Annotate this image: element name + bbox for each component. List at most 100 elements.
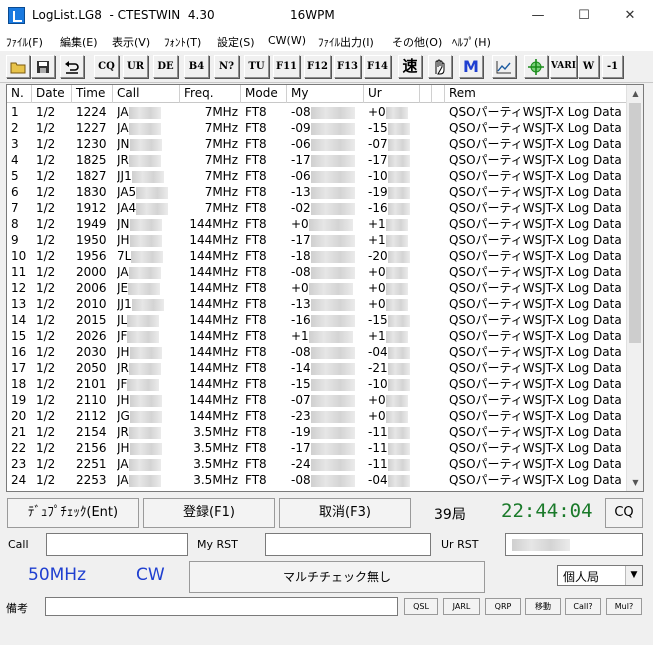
table-row[interactable]: 5 1/2 1827 JJ1 7MHz FT8 -06 -10 QSOパーティWSJT-X Lo…: [7, 168, 627, 184]
de-macro-button[interactable]: DE: [153, 55, 178, 78]
column-header-date[interactable]: Date: [32, 85, 72, 103]
table-row[interactable]: 10 1/2 1956 7L 144MHz FT8 -18 -20 QSOパーティWSJT-X …: [7, 248, 627, 264]
column-header-number[interactable]: N.: [7, 85, 32, 103]
speed-button[interactable]: 速: [398, 55, 422, 78]
multi-query-button[interactable]: Mul?: [606, 598, 642, 615]
cancel-entry-button[interactable]: 取消(F3): [279, 498, 411, 528]
table-row[interactable]: 17 1/2 2050 JR 144MHz FT8 -14 -21 QSOパーティWSJT-X …: [7, 360, 627, 376]
menu-cw[interactable]: CW(W): [268, 34, 306, 47]
menu-help[interactable]: ﾍﾙﾌﾟ(H): [452, 34, 491, 50]
cell-ur-text: +1: [368, 233, 386, 247]
cq-button[interactable]: CQ: [605, 498, 643, 528]
dupe-check-button[interactable]: ﾃﾞｭﾌﾟﾁｪｯｸ(Ent): [7, 498, 139, 528]
tu-macro-button[interactable]: TU: [244, 55, 269, 78]
table-row[interactable]: 8 1/2 1949 JN 144MHz FT8 +0 +1 QSOパーティWSJT-X Log…: [7, 216, 627, 232]
table-row[interactable]: 9 1/2 1950 JH 144MHz FT8 -17 +1 QSOパーティWSJT-X Lo…: [7, 232, 627, 248]
cell-time: 2101: [76, 376, 112, 392]
table-row[interactable]: 11 1/2 2000 JA 144MHz FT8 -08 +0 QSOパーティWSJT-X L…: [7, 264, 627, 280]
f14-macro-button[interactable]: F14: [364, 55, 391, 78]
chevron-down-icon[interactable]: ▼: [625, 566, 642, 585]
cell-mode-text: FT8: [245, 457, 267, 471]
table-row[interactable]: 3 1/2 1230 JN 7MHz FT8 -06 -07 QSOパーティWSJT-X Log…: [7, 136, 627, 152]
minus-one-button[interactable]: -1: [602, 55, 623, 78]
cq-macro-button[interactable]: CQ: [94, 55, 119, 78]
register-button[interactable]: 登録(F1): [143, 498, 275, 528]
table-row[interactable]: 20 1/2 2112 JG 144MHz FT8 -23 +0 QSOパーティWSJT-X L…: [7, 408, 627, 424]
table-row[interactable]: 19 1/2 2110 JH 144MHz FT8 -07 +0 QSOパーティWSJT-X L…: [7, 392, 627, 408]
log-vertical-scrollbar[interactable]: ▲ ▼: [626, 85, 643, 491]
maximize-button[interactable]: ☐: [561, 0, 607, 31]
hand-icon[interactable]: [428, 55, 452, 78]
my-rst-input[interactable]: [265, 533, 431, 556]
column-header-my[interactable]: My: [287, 85, 364, 103]
table-row[interactable]: 21 1/2 2154 JR 3.5MHz FT8 -19 -11 QSOパーティWSJT-X …: [7, 424, 627, 440]
table-row[interactable]: 16 1/2 2030 JH 144MHz FT8 -08 -04 QSOパーティWSJT-X …: [7, 344, 627, 360]
w-button[interactable]: W: [578, 55, 599, 78]
ur-rst-input[interactable]: [505, 533, 643, 556]
undo-icon[interactable]: [60, 55, 84, 78]
column-header-mode[interactable]: Mode: [241, 85, 287, 103]
table-row[interactable]: 6 1/2 1830 JA5 7MHz FT8 -13 -19 QSOパーティWSJT-X Lo…: [7, 184, 627, 200]
close-button[interactable]: ✕: [607, 0, 653, 31]
f13-macro-button[interactable]: F13: [334, 55, 361, 78]
save-icon[interactable]: [31, 55, 55, 78]
column-header-call[interactable]: Call: [113, 85, 180, 103]
column-header-ur[interactable]: Ur: [364, 85, 420, 103]
menu-view[interactable]: 表示(V): [112, 34, 150, 50]
log-table[interactable]: N. Date Time Call Freq. Mode My Ur Rem 1…: [6, 84, 644, 492]
menu-file[interactable]: ﾌｧｲﾙ(F): [6, 34, 43, 50]
menu-font[interactable]: ﾌｫﾝﾄ(T): [164, 34, 201, 50]
table-row[interactable]: 14 1/2 2015 JL 144MHz FT8 -16 -15 QSOパーティWSJT-X …: [7, 312, 627, 328]
cell-my: -08: [291, 472, 364, 488]
scroll-down-arrow-icon[interactable]: ▼: [627, 474, 643, 491]
table-row[interactable]: 15 1/2 2026 JF 144MHz FT8 +1 +1 QSOパーティWSJT-X Lo…: [7, 328, 627, 344]
menu-edit[interactable]: 編集(E): [60, 34, 98, 50]
column-header-time[interactable]: Time: [72, 85, 113, 103]
graph-icon[interactable]: [492, 55, 516, 78]
table-row[interactable]: 2 1/2 1227 JA 7MHz FT8 -09 -15 QSOパーティWSJT-X Log…: [7, 120, 627, 136]
jarl-button[interactable]: JARL: [443, 598, 480, 615]
crosshair-icon[interactable]: [524, 55, 548, 78]
portable-button[interactable]: 移動: [525, 598, 561, 615]
redacted-block: [387, 170, 410, 183]
column-header-rem[interactable]: Rem: [445, 85, 627, 103]
table-row[interactable]: 4 1/2 1825 JR 7MHz FT8 -17 -17 QSOパーティWSJT-X Log…: [7, 152, 627, 168]
b4-macro-button[interactable]: B4: [184, 55, 209, 78]
qrp-button[interactable]: QRP: [485, 598, 521, 615]
remarks-input[interactable]: [45, 597, 398, 616]
minimize-button[interactable]: —: [515, 0, 561, 31]
table-row[interactable]: 12 1/2 2006 JE 144MHz FT8 +0 +0 QSOパーティWSJT-X Lo…: [7, 280, 627, 296]
call-input[interactable]: [46, 533, 188, 556]
f11-macro-button[interactable]: F11: [273, 55, 300, 78]
open-folder-icon[interactable]: [6, 55, 30, 78]
qsl-button[interactable]: QSL: [404, 598, 438, 615]
table-row[interactable]: 18 1/2 2101 JF 144MHz FT8 -15 -10 QSOパーティWSJT-X …: [7, 376, 627, 392]
mode-display[interactable]: CW: [136, 565, 165, 585]
column-header-freq[interactable]: Freq.: [180, 85, 241, 103]
scroll-thumb[interactable]: [629, 103, 641, 343]
ur-macro-button[interactable]: UR: [123, 55, 148, 78]
number-query-button[interactable]: N?: [214, 55, 239, 78]
m-button[interactable]: M: [459, 55, 483, 78]
cell-ur-text: -20: [368, 249, 388, 263]
band-display[interactable]: 50MHz: [28, 565, 86, 585]
scroll-up-arrow-icon[interactable]: ▲: [627, 85, 643, 102]
call-query-button[interactable]: Call?: [565, 598, 601, 615]
multi-check-button[interactable]: マルチチェック無し: [189, 561, 485, 593]
table-row[interactable]: 24 1/2 2253 JA 3.5MHz FT8 -08 -04 QSOパーティWSJT-X …: [7, 472, 627, 488]
menu-settings[interactable]: 設定(S): [217, 34, 255, 50]
column-header-blank-2[interactable]: [432, 85, 445, 103]
table-row[interactable]: 22 1/2 2156 JH 3.5MHz FT8 -17 -11 QSOパーティWSJT-X …: [7, 440, 627, 456]
redacted-block: [310, 170, 355, 183]
menu-other[interactable]: その他(O): [392, 34, 442, 50]
menu-file-output[interactable]: ﾌｧｲﾙ出力(I): [318, 34, 374, 50]
table-row[interactable]: 13 1/2 2010 JJ1 144MHz FT8 -13 +0 QSOパーティWSJT-X …: [7, 296, 627, 312]
table-row[interactable]: 1 1/2 1224 JA 7MHz FT8 -08 +0 QSOパーティWSJT-X Log …: [7, 104, 627, 120]
table-row[interactable]: 7 1/2 1912 JA4 7MHz FT8 -02 -16 QSOパーティWSJT-X Lo…: [7, 200, 627, 216]
f12-macro-button[interactable]: F12: [304, 55, 331, 78]
column-header-blank-1[interactable]: [420, 85, 432, 103]
vari-button[interactable]: VARI: [550, 55, 577, 78]
cell-freq-text: 144MHz: [189, 329, 238, 343]
table-row[interactable]: 23 1/2 2251 JA 3.5MHz FT8 -24 -11 QSOパーティWSJT-X …: [7, 456, 627, 472]
station-type-select[interactable]: 個人局 ▼: [557, 565, 643, 586]
